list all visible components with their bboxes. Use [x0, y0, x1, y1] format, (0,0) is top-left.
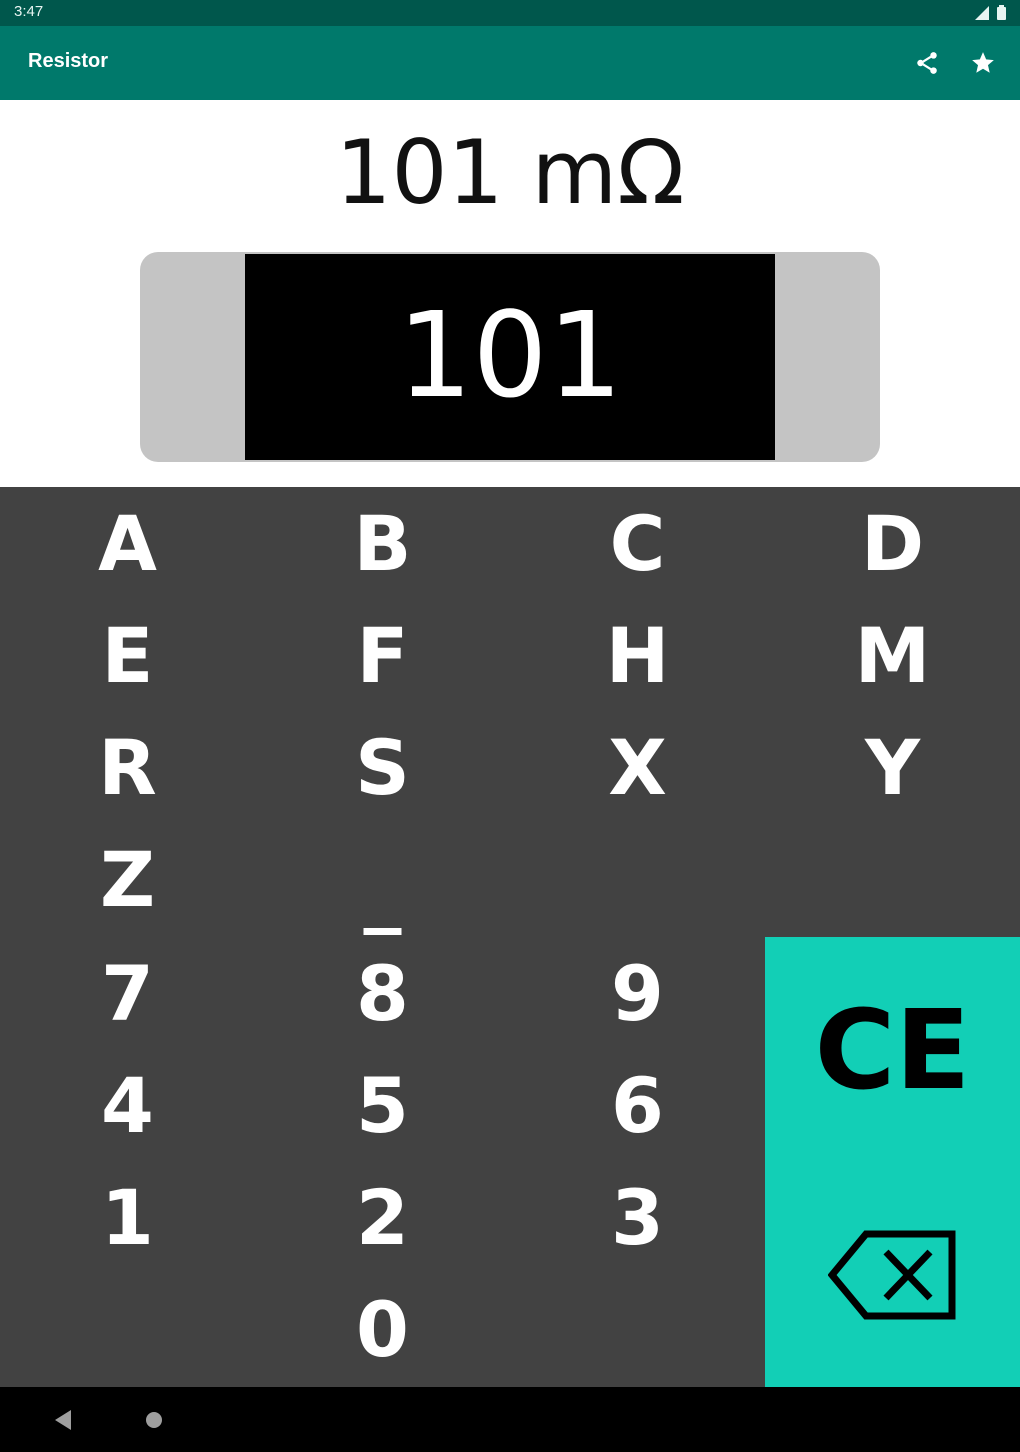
- star-icon: [972, 52, 994, 73]
- key-d[interactable]: D: [765, 487, 1020, 599]
- key-b[interactable]: B: [255, 487, 510, 599]
- status-icons: [975, 5, 1006, 20]
- back-triangle-icon: [55, 1410, 71, 1430]
- resistor-code: 101: [397, 286, 623, 424]
- key-x[interactable]: X: [510, 711, 765, 823]
- backspace-button[interactable]: [765, 1162, 1020, 1387]
- key-1[interactable]: 1: [0, 1161, 255, 1273]
- key-2[interactable]: 2: [255, 1161, 510, 1273]
- key-r[interactable]: R: [0, 711, 255, 823]
- key-6[interactable]: 6: [510, 1049, 765, 1161]
- key-z[interactable]: Z: [0, 823, 255, 935]
- navigation-bar: [0, 1387, 1020, 1452]
- key-8[interactable]: 8: [255, 937, 510, 1049]
- key-7[interactable]: 7: [0, 937, 255, 1049]
- favorite-button[interactable]: [968, 48, 998, 78]
- smd-resistor: 101: [140, 252, 880, 672]
- key-9[interactable]: 9: [510, 937, 765, 1049]
- key-c[interactable]: C: [510, 487, 765, 599]
- resistance-value: 101 mΩ: [335, 121, 685, 224]
- backspace-icon: [827, 1230, 955, 1319]
- key-4[interactable]: 4: [0, 1049, 255, 1161]
- key-underscore[interactable]: _: [255, 823, 510, 935]
- battery-icon: [997, 5, 1006, 20]
- key-3[interactable]: 3: [510, 1161, 765, 1273]
- signal-icon: [975, 5, 989, 20]
- share-button[interactable]: [912, 48, 942, 78]
- home-circle-icon: [146, 1412, 162, 1428]
- key-0[interactable]: 0: [255, 1273, 510, 1385]
- key-5[interactable]: 5: [255, 1049, 510, 1161]
- key-h[interactable]: H: [510, 599, 765, 711]
- share-icon: [917, 52, 937, 74]
- app-bar: Resistor: [0, 26, 1020, 100]
- nav-home-button[interactable]: [141, 1407, 167, 1433]
- nav-back-button[interactable]: [50, 1407, 76, 1433]
- key-m[interactable]: M: [765, 599, 1020, 711]
- key-a[interactable]: A: [0, 487, 255, 599]
- status-time: 3:47: [14, 3, 44, 20]
- key-f[interactable]: F: [255, 599, 510, 711]
- key-y[interactable]: Y: [765, 711, 1020, 823]
- action-panel: CE: [765, 937, 1020, 1387]
- app-title: Resistor: [28, 50, 109, 72]
- key-e[interactable]: E: [0, 599, 255, 711]
- resistor-body: 101: [245, 254, 775, 460]
- key-s[interactable]: S: [255, 711, 510, 823]
- clear-entry-button[interactable]: CE: [765, 937, 1020, 1162]
- status-bar: 3:47: [0, 0, 1020, 26]
